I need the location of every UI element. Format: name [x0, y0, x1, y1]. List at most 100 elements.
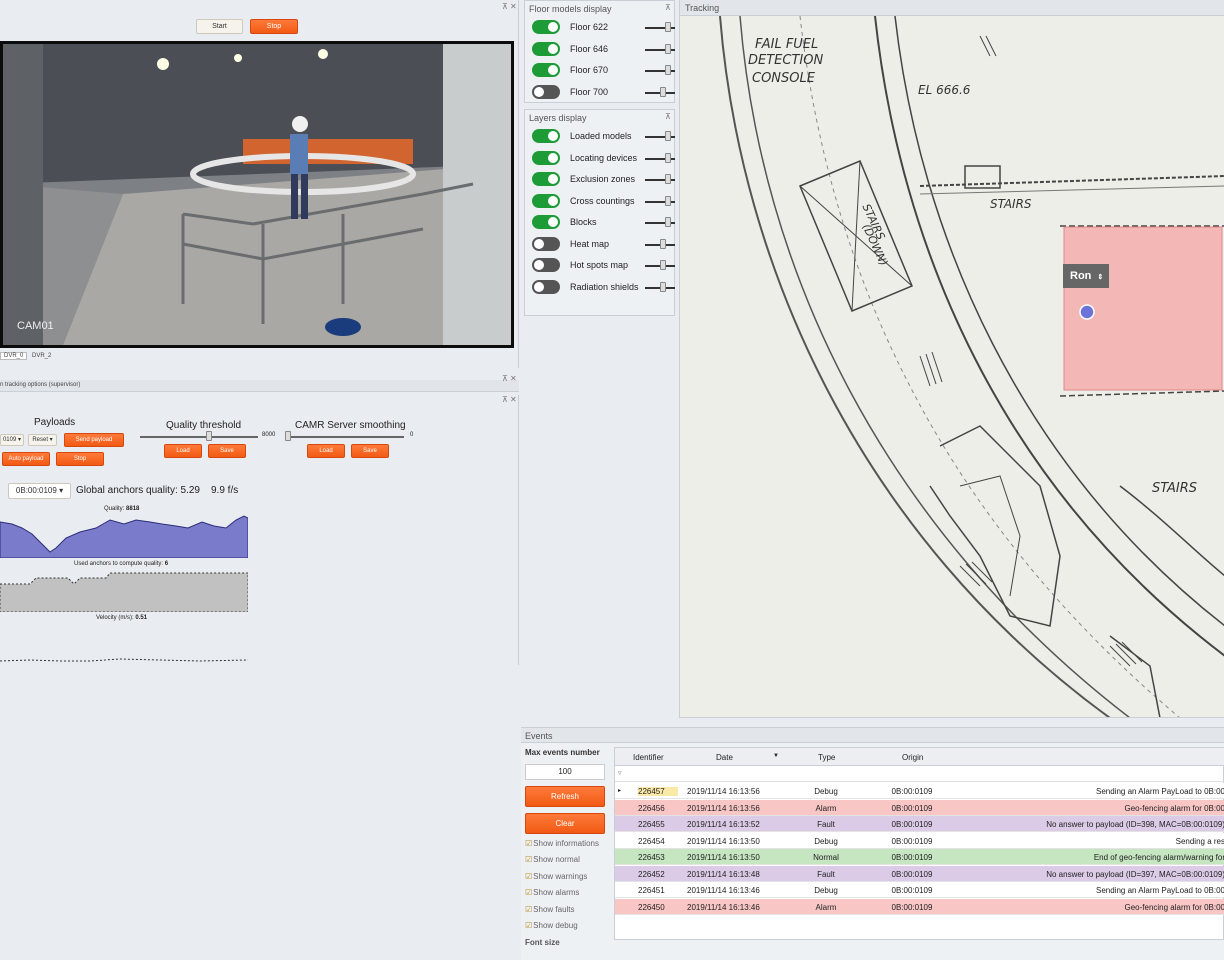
- start-button[interactable]: Start: [196, 19, 243, 34]
- filter-row[interactable]: ▿: [615, 767, 1224, 782]
- cell-msg: End of geo-fencing alarm/warning for: [1093, 853, 1224, 862]
- smoothing-slider-knob[interactable]: [285, 431, 291, 441]
- toggle-floor-700[interactable]: [532, 84, 560, 99]
- device-select[interactable]: 0B:00:0109 ▾: [8, 483, 71, 499]
- toggle-loaded-models[interactable]: [532, 129, 560, 143]
- opacity-slider-knob[interactable]: [665, 65, 671, 75]
- cell-msg: No answer to payload (ID=397, MAC=0B:00:…: [1046, 869, 1224, 879]
- person-label-ron[interactable]: Ron ⇕: [1063, 264, 1109, 288]
- floor-plan-map[interactable]: FAIL FUEL DETECTION CONSOLE EL 666.6 STA…: [680, 16, 1224, 718]
- cell-id: 226455: [638, 820, 665, 829]
- quality-load-button[interactable]: Load: [164, 444, 202, 458]
- opacity-slider-knob[interactable]: [660, 86, 666, 97]
- opacity-slider-knob[interactable]: [665, 22, 671, 32]
- column-origin[interactable]: Origin: [902, 753, 923, 762]
- opacity-slider-knob[interactable]: [665, 174, 671, 184]
- close-icon[interactable]: ✕: [510, 2, 517, 11]
- auto-payload-button[interactable]: Auto payload: [2, 452, 50, 466]
- refresh-button[interactable]: Refresh: [525, 786, 605, 807]
- show-informations-checkbox[interactable]: Show informations: [525, 839, 599, 848]
- filter-icon[interactable]: ▿: [618, 769, 622, 777]
- toggle-radiation-shields[interactable]: [532, 279, 560, 294]
- clear-button[interactable]: Clear: [525, 813, 605, 834]
- show-faults-checkbox[interactable]: Show faults: [525, 905, 574, 914]
- smoothing-load-button[interactable]: Load: [307, 444, 345, 458]
- camera-image: [3, 44, 511, 345]
- toggle-floor-646[interactable]: [532, 41, 560, 56]
- show-warnings-checkbox[interactable]: Show warnings: [525, 872, 587, 881]
- table-row[interactable]: 226453 2019/11/14 16:13:50 Normal 0B:00:010…: [615, 849, 1224, 865]
- column-date[interactable]: Date: [716, 753, 733, 762]
- opacity-slider-knob[interactable]: [660, 281, 666, 292]
- close-icon[interactable]: ✕: [510, 374, 517, 383]
- cell-msg: Sending an Alarm PayLoad to 0B:00: [1096, 787, 1224, 796]
- close-icon[interactable]: ✕: [510, 395, 517, 404]
- layers-title: Layers display: [529, 113, 587, 123]
- smoothing-slider[interactable]: [286, 436, 404, 438]
- send-payload-button[interactable]: Send payload: [64, 433, 124, 447]
- table-row[interactable]: 226456 2019/11/14 16:13:56 Alarm 0B:00:0109…: [615, 799, 1224, 816]
- opacity-slider-knob[interactable]: [665, 217, 671, 227]
- toggle-floor-670[interactable]: [532, 63, 560, 77]
- tracking-options-panel: ⊼ ✕ Payloads 0109 ▾ Reset ▾ Send payload…: [0, 395, 519, 665]
- opacity-slider-knob[interactable]: [665, 43, 671, 54]
- table-row[interactable]: 226451 2019/11/14 16:13:46 Debug 0B:00:0109…: [615, 882, 1224, 898]
- toggle-exclusion-zones[interactable]: [532, 172, 560, 186]
- column-identifier[interactable]: Identifier: [633, 753, 664, 762]
- cell-id: 226450: [638, 902, 665, 912]
- toggle-heat-map[interactable]: [532, 236, 560, 251]
- toggle-hot-spots-map[interactable]: [532, 258, 560, 272]
- toggle-floor-622[interactable]: [532, 20, 560, 34]
- toggle-cross-countings[interactable]: [532, 193, 560, 208]
- quality-slider[interactable]: [140, 436, 258, 438]
- show-normal-checkbox[interactable]: Show normal: [525, 855, 580, 864]
- payload-id-select[interactable]: 0109 ▾: [0, 434, 24, 446]
- cell-msg: No answer to payload (ID=398, MAC=0B:00:…: [1046, 820, 1224, 829]
- cell-type: Fault: [817, 869, 835, 879]
- cell-id: 226451: [638, 886, 665, 895]
- opacity-slider-knob[interactable]: [665, 152, 671, 163]
- opacity-slider-knob[interactable]: [665, 131, 671, 141]
- cell-date: 2019/11/14 16:13:50: [687, 836, 760, 846]
- quality-slider-knob[interactable]: [206, 431, 212, 441]
- show-debug-checkbox[interactable]: Show debug: [525, 921, 577, 930]
- pin-icon[interactable]: ⊼: [502, 374, 508, 383]
- table-row[interactable]: 226452 2019/11/14 16:13:48 Fault 0B:00:0109…: [615, 865, 1224, 882]
- table-row[interactable]: 226454 2019/11/14 16:13:50 Debug 0B:00:0109…: [615, 832, 1224, 849]
- toggle-label: Radiation shields: [570, 281, 639, 292]
- max-events-input[interactable]: 100: [525, 764, 605, 780]
- cell-type: Debug: [814, 787, 838, 796]
- map-label-elevation: EL 666.6: [918, 83, 971, 97]
- quality-save-button[interactable]: Save: [208, 444, 246, 458]
- stop-video-button[interactable]: Stop: [250, 19, 298, 34]
- tab-dvr-2[interactable]: DVR_2: [29, 353, 54, 359]
- toggle-blocks[interactable]: [532, 215, 560, 229]
- table-row[interactable]: 226455 2019/11/14 16:13:52 Fault 0B:00:0109…: [615, 816, 1224, 832]
- toggle-label: Cross countings: [570, 195, 635, 206]
- cell-origin: 0B:00:0109: [891, 853, 933, 862]
- sort-icon[interactable]: ▼: [773, 753, 779, 759]
- person-marker-ron[interactable]: [1079, 304, 1095, 320]
- smoothing-save-button[interactable]: Save: [351, 444, 389, 458]
- cell-id: 226454: [638, 836, 665, 846]
- pin-icon[interactable]: ⊼: [665, 3, 671, 12]
- payload-stop-button[interactable]: Stop: [56, 452, 104, 466]
- cell-type: Alarm: [815, 902, 837, 912]
- opacity-slider-knob[interactable]: [665, 195, 671, 206]
- column-type[interactable]: Type: [818, 753, 835, 762]
- show-alarms-checkbox[interactable]: Show alarms: [525, 888, 579, 897]
- table-row[interactable]: 226450 2019/11/14 16:13:46 Alarm 0B:00:0109…: [615, 898, 1224, 915]
- pin-icon[interactable]: ⊼: [665, 112, 671, 121]
- pin-icon[interactable]: ⊼: [502, 2, 508, 11]
- table-row[interactable]: ▸ 226457 2019/11/14 16:13:56 Debug 0B:00:010…: [615, 783, 1224, 799]
- pin-icon[interactable]: ⊼: [502, 395, 508, 404]
- reset-select[interactable]: Reset ▾: [28, 434, 57, 446]
- cell-type: Normal: [813, 853, 839, 862]
- opacity-slider-knob[interactable]: [660, 238, 666, 249]
- toggle-locating-devices[interactable]: [532, 150, 560, 165]
- floor-models-title: Floor models display: [529, 4, 612, 14]
- opacity-slider-knob[interactable]: [660, 260, 666, 270]
- font-size-label: Font size: [525, 938, 560, 947]
- max-events-label: Max events number: [525, 748, 600, 757]
- tab-dvr-0[interactable]: DVR_0: [0, 352, 28, 360]
